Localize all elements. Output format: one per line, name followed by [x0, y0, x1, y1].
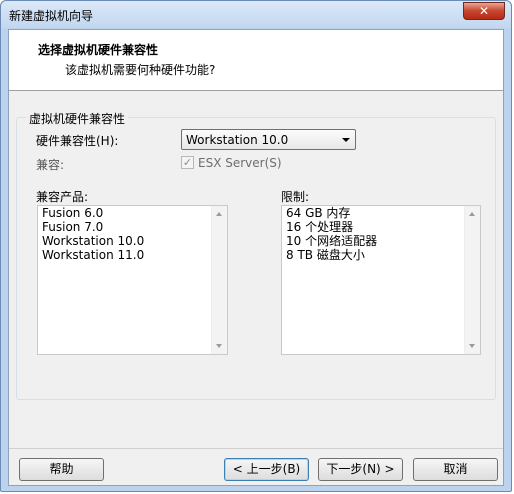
next-button[interactable]: 下一步(N) >	[318, 458, 403, 481]
wizard-header: 选择虚拟机硬件兼容性 该虚拟机需要何种硬件功能?	[9, 30, 503, 91]
list-item[interactable]: Fusion 6.0	[38, 206, 227, 220]
limits-label: 限制:	[281, 190, 310, 204]
help-button[interactable]: 帮助	[19, 458, 104, 481]
hardware-compat-value: Workstation 10.0	[186, 133, 289, 147]
page-subtitle: 该虚拟机需要何种硬件功能?	[65, 63, 216, 77]
chevron-down-icon	[342, 138, 350, 142]
group-label: 虚拟机硬件兼容性	[26, 110, 129, 127]
window-title: 新建虚拟机向导	[9, 9, 94, 23]
scroll-up-icon[interactable]	[216, 212, 222, 216]
list-item: 8 TB 磁盘大小	[286, 248, 365, 262]
footer-divider	[9, 448, 503, 449]
compatible-products-list[interactable]: Fusion 6.0 Fusion 7.0 Workstation 10.0 W…	[37, 205, 228, 355]
esx-server-checkbox[interactable]: ✓	[181, 156, 194, 169]
compatible-products-label: 兼容产品:	[36, 190, 89, 204]
scrollbar[interactable]	[211, 206, 227, 354]
list-item: 16 个处理器	[286, 220, 354, 234]
hardware-compat-label: 硬件兼容性(H):	[36, 134, 119, 148]
wizard-window: 新建虚拟机向导 ✕ 选择虚拟机硬件兼容性 该虚拟机需要何种硬件功能? 虚拟机硬件…	[0, 0, 512, 492]
list-item: 64 GB 内存	[286, 206, 351, 220]
scroll-down-icon[interactable]	[469, 344, 475, 348]
list-item: 10 个网络适配器	[286, 234, 378, 248]
scrollbar[interactable]	[464, 206, 480, 354]
wizard-client-area: 选择虚拟机硬件兼容性 该虚拟机需要何种硬件功能? 虚拟机硬件兼容性 硬件兼容性(…	[8, 29, 504, 486]
list-item[interactable]: Workstation 11.0	[38, 248, 227, 262]
cancel-button[interactable]: 取消	[413, 458, 498, 481]
page-title: 选择虚拟机硬件兼容性	[38, 43, 159, 57]
title-bar[interactable]: 新建虚拟机向导 ✕	[1, 1, 511, 28]
back-button[interactable]: < 上一步(B)	[224, 458, 309, 481]
close-button[interactable]: ✕	[463, 2, 505, 20]
list-item[interactable]: Fusion 7.0	[38, 220, 227, 234]
compat-label: 兼容:	[36, 158, 65, 172]
limits-list[interactable]: 64 GB 内存 16 个处理器 10 个网络适配器 8 TB 磁盘大小	[281, 205, 481, 355]
scroll-down-icon[interactable]	[216, 344, 222, 348]
list-item[interactable]: Workstation 10.0	[38, 234, 227, 248]
esx-server-label: ESX Server(S)	[198, 156, 282, 170]
hardware-compat-select[interactable]: Workstation 10.0	[181, 129, 356, 150]
scroll-up-icon[interactable]	[469, 212, 475, 216]
